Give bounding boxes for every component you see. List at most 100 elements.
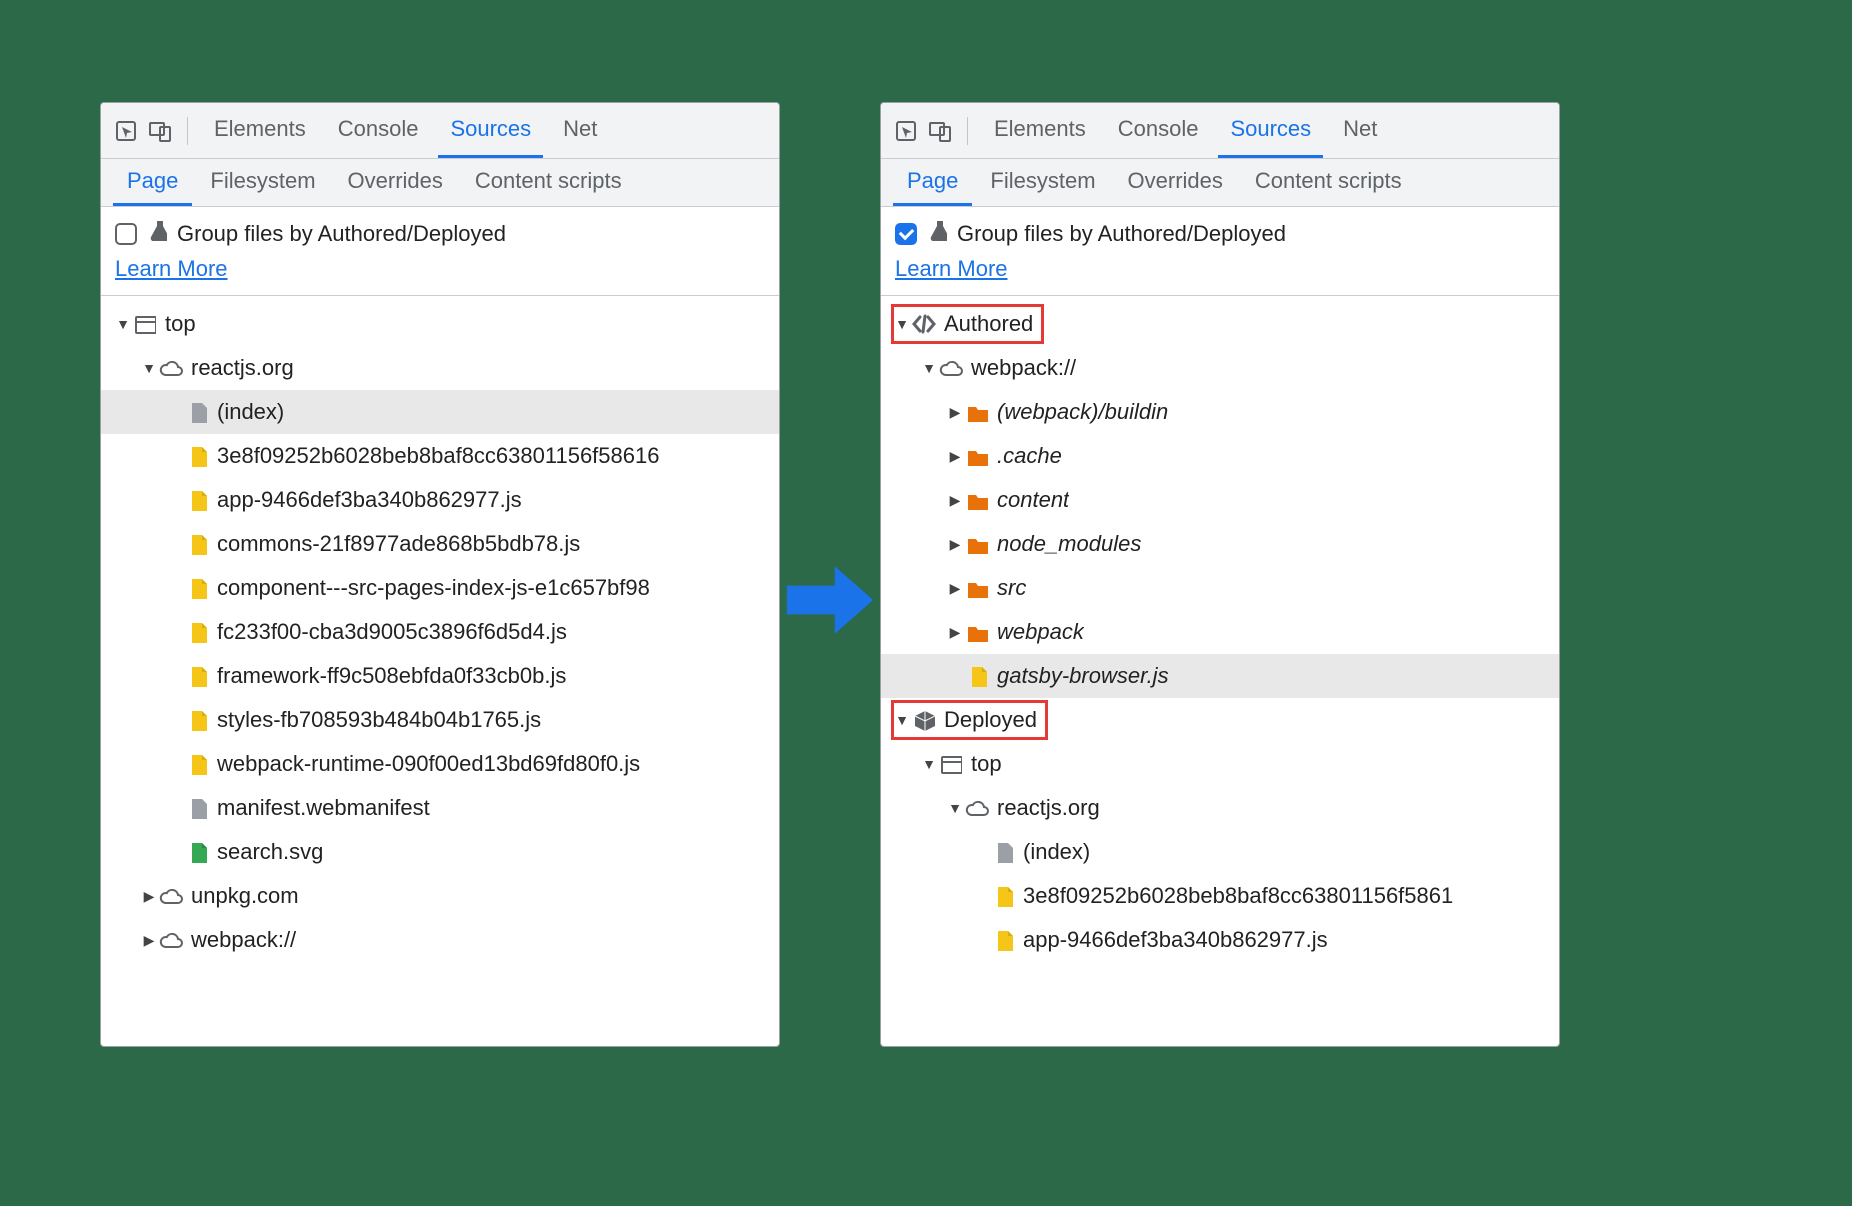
file-tree: Authored webpack:// (webpack)/buildin .c… [881, 296, 1559, 974]
subtab-page[interactable]: Page [893, 159, 972, 206]
group-option-bar: Group files by Authored/Deployed Learn M… [101, 207, 779, 296]
tab-network[interactable]: Net [1331, 103, 1389, 158]
device-toggle-icon[interactable] [927, 118, 953, 144]
tree-domain-webpack[interactable]: webpack:// [881, 346, 1559, 390]
tree-authored[interactable]: Authored [881, 302, 1559, 346]
tree-file[interactable]: webpack-runtime-090f00ed13bd69fd80f0.js [101, 742, 779, 786]
arrow-icon [782, 552, 878, 648]
group-checkbox[interactable] [115, 223, 137, 245]
folder-icon [963, 402, 991, 422]
divider [187, 117, 188, 145]
tab-console[interactable]: Console [1106, 103, 1211, 158]
tree-file[interactable]: fc233f00-cba3d9005c3896f6d5d4.js [101, 610, 779, 654]
file-icon [183, 445, 211, 467]
tree-top[interactable]: top [881, 742, 1559, 786]
file-tree: top reactjs.org (index) 3e8f09252b6028be… [101, 296, 779, 974]
file-icon [183, 489, 211, 511]
file-icon [183, 841, 211, 863]
top-tabstrip: Elements Console Sources Net [101, 103, 779, 159]
tree-deployed[interactable]: Deployed [881, 698, 1559, 742]
sources-subtabs: Page Filesystem Overrides Content script… [101, 159, 779, 207]
tree-file[interactable]: 3e8f09252b6028beb8baf8cc63801156f5861 [881, 874, 1559, 918]
group-checkbox[interactable] [895, 223, 917, 245]
tree-file[interactable]: gatsby-browser.js [881, 654, 1559, 698]
top-tabstrip: Elements Console Sources Net [881, 103, 1559, 159]
tree-file[interactable]: (index) [881, 830, 1559, 874]
tab-console[interactable]: Console [326, 103, 431, 158]
file-icon [183, 665, 211, 687]
experiment-icon [147, 217, 167, 250]
file-icon [989, 885, 1017, 907]
tree-top[interactable]: top [101, 302, 779, 346]
subtab-filesystem[interactable]: Filesystem [976, 159, 1109, 206]
folder-icon [963, 534, 991, 554]
subtab-content-scripts[interactable]: Content scripts [461, 159, 636, 206]
highlight-box: Authored [891, 304, 1044, 344]
tree-file[interactable]: app-9466def3ba340b862977.js [101, 478, 779, 522]
group-option-bar: Group files by Authored/Deployed Learn M… [881, 207, 1559, 296]
file-icon [183, 709, 211, 731]
frame-icon [131, 313, 159, 335]
subtab-content-scripts[interactable]: Content scripts [1241, 159, 1416, 206]
tree-domain-webpack[interactable]: webpack:// [101, 918, 779, 962]
tree-file[interactable]: styles-fb708593b484b04b1765.js [101, 698, 779, 742]
tree-file[interactable]: commons-21f8977ade868b5bdb78.js [101, 522, 779, 566]
tree-folder[interactable]: (webpack)/buildin [881, 390, 1559, 434]
file-icon [183, 533, 211, 555]
highlight-box: Deployed [891, 700, 1048, 740]
tree-file[interactable]: search.svg [101, 830, 779, 874]
cloud-icon [937, 357, 965, 379]
tree-domain-reactjs[interactable]: reactjs.org [881, 786, 1559, 830]
cloud-icon [963, 797, 991, 819]
group-option-label: Group files by Authored/Deployed [177, 217, 506, 250]
cloud-icon [157, 885, 185, 907]
tree-file[interactable]: component---src-pages-index-js-e1c657bf9… [101, 566, 779, 610]
tree-folder[interactable]: webpack [881, 610, 1559, 654]
folder-icon [963, 622, 991, 642]
tree-folder[interactable]: .cache [881, 434, 1559, 478]
tree-file[interactable]: app-9466def3ba340b862977.js [881, 918, 1559, 962]
tree-file[interactable]: manifest.webmanifest [101, 786, 779, 830]
tree-file[interactable]: 3e8f09252b6028beb8baf8cc63801156f58616 [101, 434, 779, 478]
inspect-icon[interactable] [893, 118, 919, 144]
tab-elements[interactable]: Elements [982, 103, 1098, 158]
inspect-icon[interactable] [113, 118, 139, 144]
tab-sources[interactable]: Sources [1218, 103, 1323, 158]
divider [967, 117, 968, 145]
tree-domain-reactjs[interactable]: reactjs.org [101, 346, 779, 390]
tab-elements[interactable]: Elements [202, 103, 318, 158]
group-option-label: Group files by Authored/Deployed [957, 217, 1286, 250]
file-icon [183, 621, 211, 643]
file-icon [963, 665, 991, 687]
experiment-icon [927, 217, 947, 250]
tab-network[interactable]: Net [551, 103, 609, 158]
device-toggle-icon[interactable] [147, 118, 173, 144]
sources-subtabs: Page Filesystem Overrides Content script… [881, 159, 1559, 207]
file-icon [183, 753, 211, 775]
file-icon [989, 929, 1017, 951]
folder-icon [963, 446, 991, 466]
learn-more-link[interactable]: Learn More [895, 252, 1008, 285]
file-icon [183, 401, 211, 423]
cloud-icon [157, 929, 185, 951]
folder-icon [963, 490, 991, 510]
tree-file[interactable]: framework-ff9c508ebfda0f33cb0b.js [101, 654, 779, 698]
tree-domain-unpkg[interactable]: unpkg.com [101, 874, 779, 918]
file-icon [183, 577, 211, 599]
devtools-panel-before: Elements Console Sources Net Page Filesy… [100, 102, 780, 1047]
cloud-icon [157, 357, 185, 379]
file-icon [183, 797, 211, 819]
subtab-overrides[interactable]: Overrides [1114, 159, 1237, 206]
folder-icon [963, 578, 991, 598]
tree-folder[interactable]: src [881, 566, 1559, 610]
tree-folder[interactable]: node_modules [881, 522, 1559, 566]
cube-icon [910, 709, 938, 731]
learn-more-link[interactable]: Learn More [115, 252, 228, 285]
tree-file[interactable]: (index) [101, 390, 779, 434]
subtab-filesystem[interactable]: Filesystem [196, 159, 329, 206]
tree-folder[interactable]: content [881, 478, 1559, 522]
subtab-overrides[interactable]: Overrides [334, 159, 457, 206]
tab-sources[interactable]: Sources [438, 103, 543, 158]
subtab-page[interactable]: Page [113, 159, 192, 206]
file-icon [989, 841, 1017, 863]
